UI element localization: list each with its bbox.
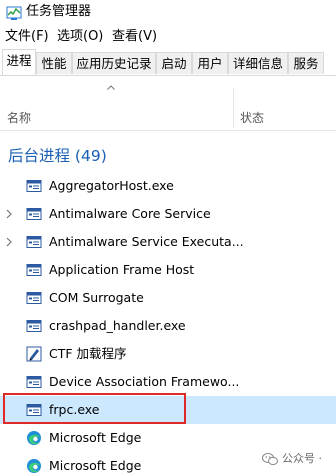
tab-users[interactable]: 用户 [192, 52, 228, 74]
process-name: Application Frame Host [49, 262, 195, 277]
process-row[interactable]: Microsoft Edge [0, 424, 336, 452]
window-title: 任务管理器 [26, 4, 92, 19]
window-app-icon [26, 320, 42, 332]
window-app-icon [26, 292, 42, 304]
process-row[interactable]: Antimalware Service Executa... [0, 228, 336, 256]
title-bar: 任务管理器 [0, 0, 336, 26]
ctf-pen-icon [26, 346, 42, 362]
process-row[interactable]: Device Association Framewo... [0, 368, 336, 396]
process-name: AggregatorHost.exe [49, 178, 174, 193]
process-row[interactable]: Antimalware Core Service [0, 200, 336, 228]
process-row[interactable]: CTF 加载程序 [0, 340, 336, 368]
tab-services[interactable]: 服务 [288, 52, 324, 74]
menu-view[interactable]: 查看(V) [112, 29, 157, 45]
menu-bar: 文件(F) 选项(O) 查看(V) [0, 27, 336, 49]
column-divider[interactable] [233, 88, 234, 128]
background-processes-group[interactable]: 后台进程 (49) [8, 146, 107, 166]
process-row[interactable]: Application Frame Host [0, 256, 336, 284]
tab-details[interactable]: 详细信息 [228, 52, 288, 74]
process-name: Microsoft Edge [49, 458, 142, 473]
window-app-icon [26, 208, 42, 220]
process-name: frpc.exe [49, 402, 100, 417]
window-app-icon [26, 404, 42, 416]
process-row[interactable]: COM Surrogate [0, 284, 336, 312]
window-app-icon [26, 180, 42, 192]
process-name: Antimalware Core Service [49, 206, 211, 221]
edge-icon [27, 459, 41, 473]
chevron-right-icon[interactable] [6, 237, 12, 247]
column-header: 名称 状态 [0, 76, 336, 131]
column-name[interactable]: 名称 [7, 111, 31, 125]
process-row[interactable]: frpc.exe [0, 396, 336, 424]
menu-file[interactable]: 文件(F) [5, 29, 49, 45]
process-name: COM Surrogate [49, 290, 144, 305]
column-status[interactable]: 状态 [240, 111, 264, 125]
process-name: CTF 加载程序 [49, 346, 127, 361]
tab-app-history[interactable]: 应用历史记录 [72, 52, 156, 74]
window-app-icon [26, 236, 42, 248]
chevron-right-icon[interactable] [6, 209, 12, 219]
process-row[interactable]: AggregatorHost.exe [0, 172, 336, 200]
wechat-icon [262, 453, 278, 466]
process-name: Microsoft Edge [49, 430, 142, 445]
process-name: Device Association Framewo... [49, 374, 240, 389]
process-row[interactable]: crashpad_handler.exe [0, 312, 336, 340]
task-manager-window: 任务管理器 文件(F) 选项(O) 查看(V) 进程 性能 应用历史记录 启动 … [0, 0, 336, 473]
tab-strip: 进程 性能 应用历史记录 启动 用户 详细信息 服务 [0, 49, 336, 76]
watermark-text: 公众号 · [282, 452, 322, 465]
process-name: crashpad_handler.exe [49, 318, 186, 333]
task-manager-icon [6, 6, 22, 20]
edge-icon [27, 431, 41, 445]
process-name: Antimalware Service Executa... [49, 234, 244, 249]
tab-startup[interactable]: 启动 [156, 52, 192, 74]
window-app-icon [26, 264, 42, 276]
tab-processes[interactable]: 进程 [2, 49, 36, 75]
sort-ascending-icon[interactable] [107, 85, 115, 90]
menu-options[interactable]: 选项(O) [57, 29, 103, 45]
tab-performance[interactable]: 性能 [36, 52, 72, 74]
window-app-icon [26, 376, 42, 388]
